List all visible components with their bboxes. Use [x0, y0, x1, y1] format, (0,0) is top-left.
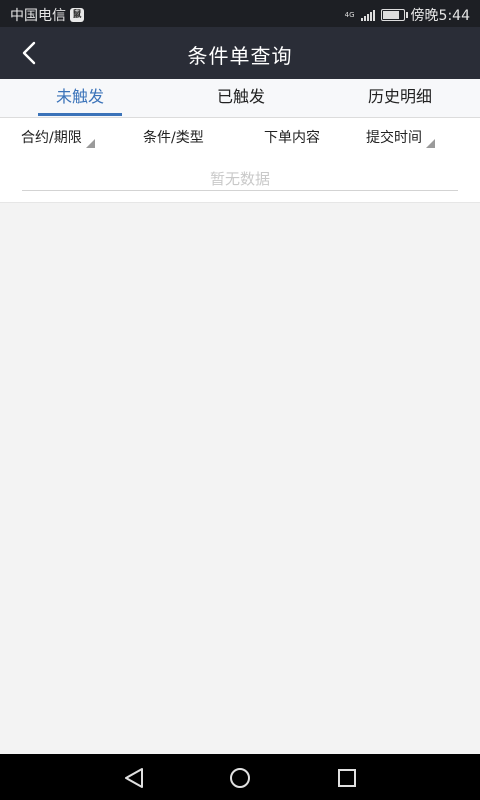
circle-home-icon	[230, 768, 250, 788]
notification-app-icon: 鼠	[70, 8, 84, 22]
page-title: 条件单查询	[187, 44, 293, 68]
status-right: 4G 傍晚5:44	[345, 5, 470, 25]
column-order-content-label: 下单内容	[264, 130, 320, 146]
tab-untriggered[interactable]: 未触发	[38, 79, 122, 117]
column-condition-type: 条件/类型	[143, 118, 204, 158]
empty-state-text: 暂无数据	[209, 170, 270, 188]
sort-icon	[426, 138, 435, 148]
carrier-label: 中国电信	[10, 8, 66, 24]
status-left: 中国电信 鼠	[10, 5, 84, 25]
battery-icon	[380, 9, 408, 21]
nav-recents-button[interactable]	[331, 762, 363, 794]
column-order-content: 下单内容	[264, 118, 320, 158]
network-type-badge: 4G	[344, 10, 355, 19]
column-header: 合约/期限 条件/类型 下单内容 提交时间	[0, 118, 480, 159]
tab-bar: 未触发 已触发 历史明细	[0, 79, 480, 118]
app-header: 条件单查询	[0, 27, 480, 79]
active-tab-indicator	[38, 113, 122, 116]
column-condition-type-label: 条件/类型	[143, 130, 204, 146]
square-recents-icon	[338, 769, 356, 787]
tab-triggered[interactable]: 已触发	[199, 79, 283, 117]
column-contract-term-label: 合约/期限	[21, 130, 82, 146]
system-nav-bar	[0, 754, 480, 800]
divider	[22, 190, 458, 191]
clock-time: 傍晚5:44	[410, 8, 470, 24]
signal-icon	[360, 9, 375, 21]
battery-level	[382, 11, 400, 19]
sort-icon	[85, 138, 95, 148]
empty-state-row: 暂无数据	[0, 158, 480, 203]
tab-history[interactable]: 历史明细	[352, 79, 448, 117]
nav-home-button[interactable]	[224, 762, 256, 794]
column-submit-time[interactable]: 提交时间	[366, 118, 435, 158]
status-bar: 中国电信 鼠 4G 傍晚5:44	[0, 0, 480, 27]
triangle-back-icon	[125, 768, 143, 788]
column-submit-time-label: 提交时间	[366, 130, 422, 146]
column-contract-term[interactable]: 合约/期限	[21, 118, 95, 158]
nav-back-button[interactable]	[118, 762, 150, 794]
